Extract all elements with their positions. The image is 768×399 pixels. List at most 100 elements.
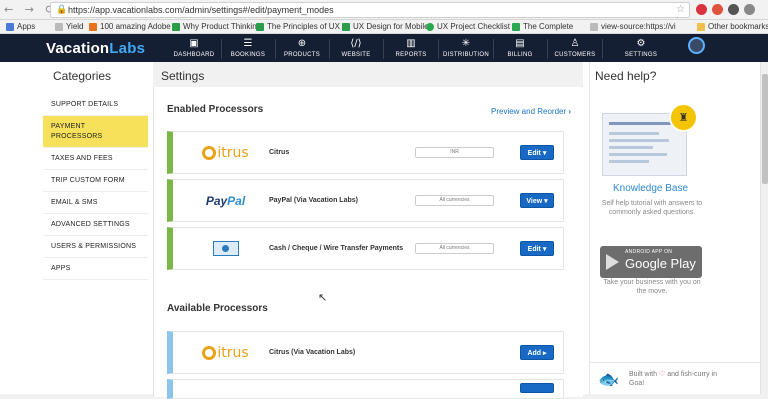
nav-reports[interactable]: ▥ REPORTS	[385, 37, 437, 61]
nav-settings[interactable]: ⚙ SETTINGS	[615, 37, 667, 61]
categories-sidebar: Categories SUPPORT DETAILS PAYMENT PROCE…	[0, 62, 148, 394]
processor-name: Citrus (Via Vacation Labs)	[269, 349, 356, 356]
nav-divider	[602, 39, 603, 59]
sidebar-item-label: USERS & PERMISSIONS	[51, 243, 137, 250]
citrus-logo-text: itrus	[217, 344, 249, 361]
nav-website[interactable]: ⟨/⟩ WEBSITE	[330, 37, 382, 61]
sidebar-item-apps[interactable]: APPS	[43, 258, 148, 280]
paypal-logo-text: Pay	[205, 193, 228, 208]
nav-customers[interactable]: ♙ CUSTOMERS	[549, 37, 601, 61]
credit-footer: 🐟 Built with ♡ and fish-curry in Goa!	[590, 362, 768, 394]
bookmark-item[interactable]: The Complete	[512, 22, 573, 31]
nav-label: DASHBOARD	[173, 52, 215, 58]
nav-label: DISTRIBUTION	[443, 52, 489, 58]
settings-main: Settings Enabled Processors Preview and …	[153, 62, 583, 399]
extension-icon[interactable]	[712, 4, 723, 15]
nav-label: BOOKINGS	[230, 52, 266, 58]
nav-label: BILLING	[507, 52, 533, 58]
extension-icon[interactable]	[696, 4, 707, 15]
address-bar[interactable]: 🔒 https://app.vacationlabs.com/admin/set…	[50, 2, 690, 18]
bookings-icon: ☰	[243, 38, 253, 49]
currency-field[interactable]: INR	[415, 147, 494, 158]
bookmark-item[interactable]: view-source:https://vi	[590, 22, 676, 31]
folder-icon	[697, 22, 705, 31]
bookmark-label: Yield	[66, 22, 84, 31]
google-play-text: Google Play	[625, 256, 696, 271]
currency-field[interactable]: All currencies	[415, 195, 494, 206]
bookmark-item[interactable]: Yield	[55, 22, 84, 31]
sidebar-item-label: TAXES AND FEES	[51, 155, 113, 162]
bookmarks-bar: Apps Yield 100 amazing Adobe I Why Produ…	[0, 20, 768, 34]
url-text: https://app.vacationlabs.com/admin/setti…	[68, 5, 334, 15]
page-icon	[172, 22, 180, 31]
sidebar-item-advanced-settings[interactable]: ADVANCED SETTINGS	[43, 214, 148, 236]
nav-divider	[438, 39, 439, 59]
nav-label: PRODUCTS	[283, 52, 321, 58]
heart-icon: ♡	[658, 370, 666, 378]
sidebar-item-email-sms[interactable]: EMAIL & SMS	[43, 192, 148, 214]
edit-button[interactable]: Edit ▾	[520, 145, 554, 160]
credit-text: Built with ♡ and fish-curry in Goa!	[629, 370, 729, 388]
processor-name: PayPal (Via Vacation Labs)	[269, 197, 358, 204]
nav-billing[interactable]: ▤ BILLING	[494, 37, 546, 61]
enabled-processors-title: Enabled Processors	[167, 104, 264, 115]
bookmark-item[interactable]: The Principles of UX C	[256, 22, 348, 31]
page-icon	[512, 22, 520, 31]
nav-distribution[interactable]: ✳ DISTRIBUTION	[440, 37, 492, 61]
sidebar-item-users-permissions[interactable]: USERS & PERMISSIONS	[43, 236, 148, 258]
dashboard-icon: ▣	[189, 38, 199, 49]
google-play-badge[interactable]: ANDROID APP ON Google Play	[600, 246, 702, 278]
nav-dashboard[interactable]: ▣ DASHBOARD	[168, 37, 220, 61]
paypal-logo-text: Pal	[227, 193, 246, 208]
bookmark-item[interactable]: Apps	[6, 22, 35, 31]
bookmark-item[interactable]: Other bookmarks	[697, 22, 768, 31]
bookmark-item[interactable]: Why Product Thinkin	[172, 22, 257, 31]
nav-bookings[interactable]: ☰ BOOKINGS	[222, 37, 274, 61]
vacationlabs-logo[interactable]: VacationLabs	[46, 40, 145, 57]
star-icon[interactable]: ☆	[676, 4, 685, 15]
processor-name: Citrus	[269, 149, 290, 156]
bookmark-label: 100 amazing Adobe I	[100, 22, 176, 31]
extension-icon[interactable]	[728, 4, 739, 15]
sidebar-item-payment-processors[interactable]: PAYMENT PROCESSORS	[43, 116, 148, 148]
categories-heading: Categories	[53, 69, 112, 83]
bookmark-item[interactable]: UX Design for Mobile	[342, 22, 429, 31]
nav-products[interactable]: ⊕ PRODUCTS	[276, 37, 328, 61]
bookmark-label: The Principles of UX C	[267, 22, 348, 31]
sidebar-item-support-details[interactable]: SUPPORT DETAILS	[43, 94, 148, 116]
fish-icon: 🐟	[598, 370, 620, 390]
avatar[interactable]	[688, 37, 705, 54]
preview-reorder-label: Preview and Reorder	[491, 107, 567, 116]
menu-icon[interactable]	[744, 4, 755, 15]
processor-row-citrus: itrus Citrus INR Edit ▾	[167, 131, 564, 174]
reports-icon: ▥	[406, 38, 416, 49]
sidebar-item-label: PAYMENT PROCESSORS	[51, 122, 103, 140]
scroll-thumb[interactable]	[762, 74, 768, 184]
sidebar-item-taxes-and-fees[interactable]: TAXES AND FEES	[43, 148, 148, 170]
nav-label: REPORTS	[395, 52, 427, 58]
sidebar-item-label: SUPPORT DETAILS	[51, 101, 119, 108]
preview-reorder-link[interactable]: Preview and Reorder ›	[491, 107, 571, 116]
bookmark-label: The Complete	[523, 22, 574, 31]
currency-field[interactable]: All currencies	[415, 243, 494, 254]
sidebar-item-trip-custom-form[interactable]: TRIP CUSTOM FORM	[43, 170, 148, 192]
citrus-logo: itrus	[198, 332, 253, 373]
page-scrollbar[interactable]	[760, 62, 768, 394]
citrus-logo-text: itrus	[217, 144, 249, 161]
view-button[interactable]: View ▾	[520, 193, 554, 208]
add-button[interactable]: Add ▸	[520, 345, 554, 360]
logo-text-accent: Labs	[109, 40, 146, 57]
bookmark-item[interactable]: UX Project Checklist	[426, 22, 510, 31]
edit-button[interactable]: Edit ▾	[520, 241, 554, 256]
knowledge-base-description: Self help tutorial with answers to commo…	[601, 200, 703, 216]
bookmark-item[interactable]: 100 amazing Adobe I	[89, 22, 175, 31]
cursor-icon: ↖	[318, 291, 328, 304]
google-play-description: Take your business with you on the move.	[603, 279, 701, 295]
apps-icon	[6, 22, 14, 31]
cash-icon	[198, 228, 253, 269]
website-icon: ⟨/⟩	[350, 38, 362, 49]
knowledge-base-link[interactable]: Knowledge Base	[590, 183, 711, 194]
play-icon	[606, 254, 619, 270]
add-button[interactable]	[520, 383, 554, 393]
bookmark-label: view-source:https://vi	[601, 22, 676, 31]
